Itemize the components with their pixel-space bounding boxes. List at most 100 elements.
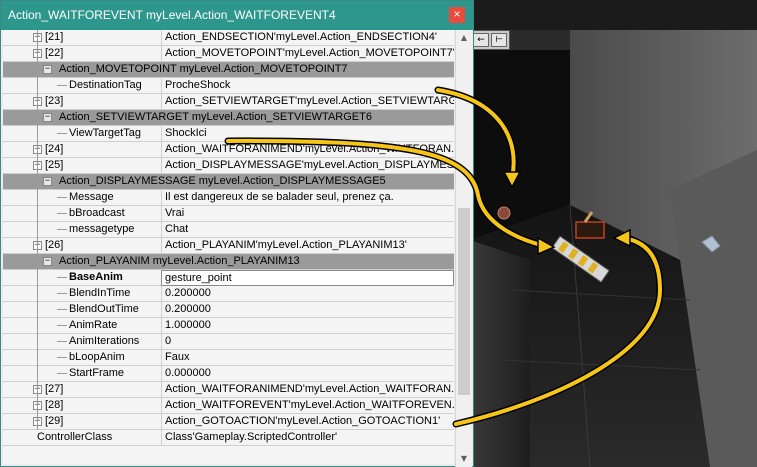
property-row-startframe[interactable]: StartFrame 0.000000 — [3, 366, 454, 382]
property-name: ControllerClass — [37, 431, 113, 443]
scroll-down-icon[interactable]: ▼ — [456, 451, 472, 467]
tree-connector — [57, 357, 67, 358]
tree-connector — [57, 309, 67, 310]
section-row-action-setviewtarget-mylevel-action-setviewtarget6[interactable]: − Action_SETVIEWTARGET myLevel.Action_SET… — [3, 110, 454, 126]
property-name: bBroadcast — [69, 207, 125, 219]
property-name: [22] — [45, 47, 64, 59]
property-name: Action_PLAYANIM myLevel.Action_PLAYANIM1… — [59, 255, 300, 267]
property-name: AnimIterations — [69, 335, 140, 347]
tree-connector — [57, 277, 67, 278]
property-name: [27] — [45, 383, 64, 395]
property-value: Vrai — [161, 206, 454, 222]
property-row-message[interactable]: Message Il est dangereux de se balader se… — [3, 190, 454, 206]
property-value: Action_SETVIEWTARGET'myLevel.Action_SETV… — [161, 94, 454, 110]
property-row-27[interactable]: +[27]Action_WAITFORANIMEND'myLevel.Actio… — [3, 382, 454, 398]
collapse-icon[interactable]: − — [43, 113, 52, 122]
property-name: [29] — [45, 415, 64, 427]
property-row-controllerclass[interactable]: ControllerClass Class'Gameplay.ScriptedCo… — [3, 430, 454, 446]
tree-connector — [57, 133, 67, 134]
property-row-23[interactable]: +[23]Action_SETVIEWTARGET'myLevel.Action… — [3, 94, 454, 110]
property-name: Action_SETVIEWTARGET myLevel.Action_SETV… — [59, 111, 372, 123]
collapse-icon[interactable]: − — [43, 177, 52, 186]
property-name: Action_DISPLAYMESSAGE myLevel.Action_DIS… — [59, 175, 386, 187]
property-row-25[interactable]: +[25]Action_DISPLAYMESSAGE'myLevel.Actio… — [3, 158, 454, 174]
property-value: Action_WAITFOREVENT'myLevel.Action_WAITF… — [161, 398, 454, 414]
viewport-toolbar: ← ⊢ — [470, 30, 510, 50]
property-value: Class'Gameplay.ScriptedController' — [161, 430, 454, 446]
property-name: [25] — [45, 159, 64, 171]
property-name: BaseAnim — [69, 271, 123, 283]
property-row-blendouttime[interactable]: BlendOutTime 0.200000 — [3, 302, 454, 318]
section-row-action-displaymessage-mylevel-action-displaymessage5[interactable]: − Action_DISPLAYMESSAGE myLevel.Action_DI… — [3, 174, 454, 190]
property-row-26[interactable]: +[26]Action_PLAYANIM'myLevel.Action_PLAY… — [3, 238, 454, 254]
property-name: [23] — [45, 95, 64, 107]
vertical-scrollbar[interactable]: ▲ ▼ — [455, 30, 472, 467]
section-row-action-playanim-mylevel-action-playanim13[interactable]: − Action_PLAYANIM myLevel.Action_PLAYANIM… — [3, 254, 454, 270]
property-name: messagetype — [69, 223, 135, 235]
tree-trunk-line — [37, 30, 38, 430]
collapse-icon[interactable]: − — [43, 257, 52, 266]
property-row-bbroadcast[interactable]: bBroadcast Vrai — [3, 206, 454, 222]
property-row-animrate[interactable]: AnimRate 1.000000 — [3, 318, 454, 334]
property-row-blendintime[interactable]: BlendInTime 0.200000 — [3, 286, 454, 302]
tree-connector — [57, 341, 67, 342]
property-row-destinationtag[interactable]: DestinationTag ProcheShock — [3, 78, 454, 94]
property-value: Action_WAITFORANIMEND'myLevel.Action_WAI… — [161, 382, 454, 398]
property-value: Action_DISPLAYMESSAGE'myLevel.Action_DIS… — [161, 158, 454, 174]
property-value: Action_PLAYANIM'myLevel.Action_PLAYANIM1… — [161, 238, 454, 254]
property-value: 0.200000 — [161, 286, 454, 302]
viewport-back-button[interactable]: ← — [473, 33, 489, 47]
property-row-baseanim[interactable]: BaseAnim gesture_point — [3, 270, 454, 286]
property-row-messagetype[interactable]: messagetype Chat — [3, 222, 454, 238]
property-name: bLoopAnim — [69, 351, 125, 363]
viewport-scene — [470, 30, 757, 467]
scroll-thumb[interactable] — [458, 208, 470, 395]
property-row-bloopanim[interactable]: bLoopAnim Faux — [3, 350, 454, 366]
scroll-up-icon[interactable]: ▲ — [456, 30, 472, 46]
tree-connector — [57, 325, 67, 326]
property-name: ViewTargetTag — [69, 127, 141, 139]
property-name: Message — [69, 191, 114, 203]
property-value: Faux — [161, 350, 454, 366]
property-row-21[interactable]: +[21]Action_ENDSECTION'myLevel.Action_EN… — [3, 30, 454, 46]
tree-connector — [57, 213, 67, 214]
property-value: 0.000000 — [161, 366, 454, 382]
property-name: [26] — [45, 239, 64, 251]
property-name: [28] — [45, 399, 64, 411]
window-titlebar[interactable]: Action_WAITFOREVENT myLevel.Action_WAITF… — [1, 1, 473, 30]
tree-connector — [57, 373, 67, 374]
property-name: BlendOutTime — [69, 303, 139, 315]
tree-connector — [57, 229, 67, 230]
property-value: 0 — [161, 334, 454, 350]
property-row-28[interactable]: +[28]Action_WAITFOREVENT'myLevel.Action_… — [3, 398, 454, 414]
property-value: 0.200000 — [161, 302, 454, 318]
property-value: Il est dangereux de se balader seul, pre… — [161, 190, 454, 206]
property-name: StartFrame — [69, 367, 125, 379]
property-value: Action_GOTOACTION'myLevel.Action_GOTOACT… — [161, 414, 454, 430]
level-viewport[interactable] — [470, 30, 757, 467]
properties-window: Action_WAITFOREVENT myLevel.Action_WAITF… — [0, 0, 474, 467]
property-row-29[interactable]: +[29]Action_GOTOACTION'myLevel.Action_GO… — [3, 414, 454, 430]
property-value: Action_MOVETOPOINT'myLevel.Action_MOVETO… — [161, 46, 454, 62]
section-row-action-movetopoint-mylevel-action-movetopoint7[interactable]: − Action_MOVETOPOINT myLevel.Action_MOVET… — [3, 62, 454, 78]
tree-connector — [57, 85, 67, 86]
property-value: Chat — [161, 222, 454, 238]
close-button[interactable]: × — [449, 7, 465, 23]
collapse-icon[interactable]: − — [43, 65, 52, 74]
property-value-input[interactable]: gesture_point — [161, 270, 454, 286]
property-row-viewtargettag[interactable]: ViewTargetTag ShockIci — [3, 126, 454, 142]
property-value: ProcheShock — [161, 78, 454, 94]
property-name: [24] — [45, 143, 64, 155]
viewport-pin-button[interactable]: ⊢ — [491, 33, 507, 47]
property-row-22[interactable]: +[22]Action_MOVETOPOINT'myLevel.Action_M… — [3, 46, 454, 62]
property-row-24[interactable]: +[24]Action_WAITFORANIMEND'myLevel.Actio… — [3, 142, 454, 158]
property-name: DestinationTag — [69, 79, 142, 91]
property-value: 1.000000 — [161, 318, 454, 334]
tree-connector — [57, 197, 67, 198]
property-grid: +[21]Action_ENDSECTION'myLevel.Action_EN… — [3, 30, 454, 464]
tree-connector — [57, 293, 67, 294]
property-name: AnimRate — [69, 319, 118, 331]
property-name: [21] — [45, 31, 64, 43]
property-name: Action_MOVETOPOINT myLevel.Action_MOVETO… — [59, 63, 348, 75]
property-row-animiterations[interactable]: AnimIterations 0 — [3, 334, 454, 350]
